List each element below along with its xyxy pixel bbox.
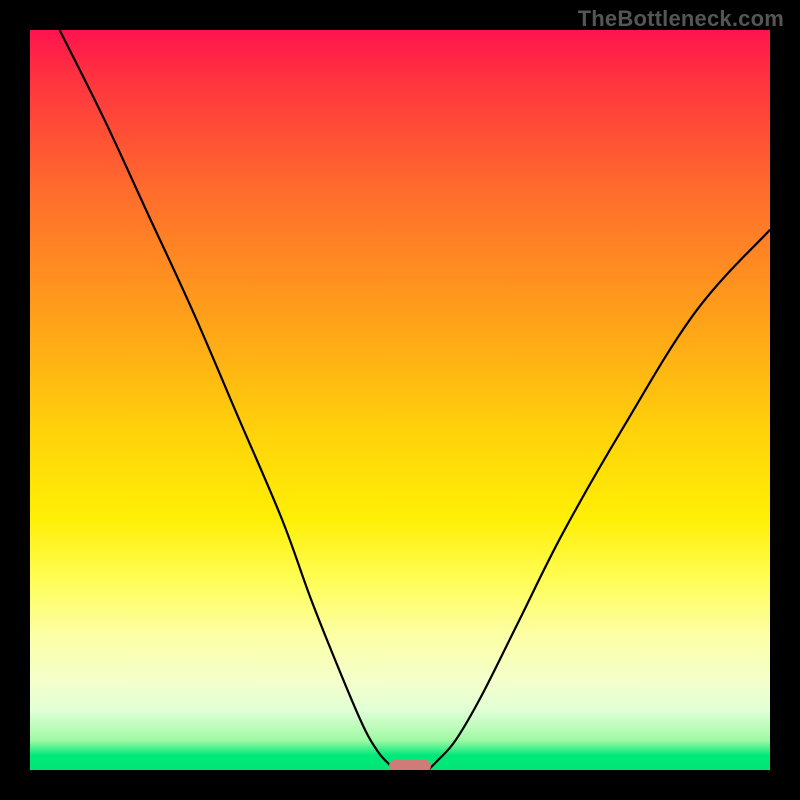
right-branch-curve (428, 230, 770, 770)
chart-frame: TheBottleneck.com (0, 0, 800, 800)
plot-area (30, 30, 770, 770)
optimal-marker (389, 760, 431, 770)
left-branch-curve (60, 30, 394, 770)
watermark-text: TheBottleneck.com (578, 6, 784, 32)
curve-layer (30, 30, 770, 770)
